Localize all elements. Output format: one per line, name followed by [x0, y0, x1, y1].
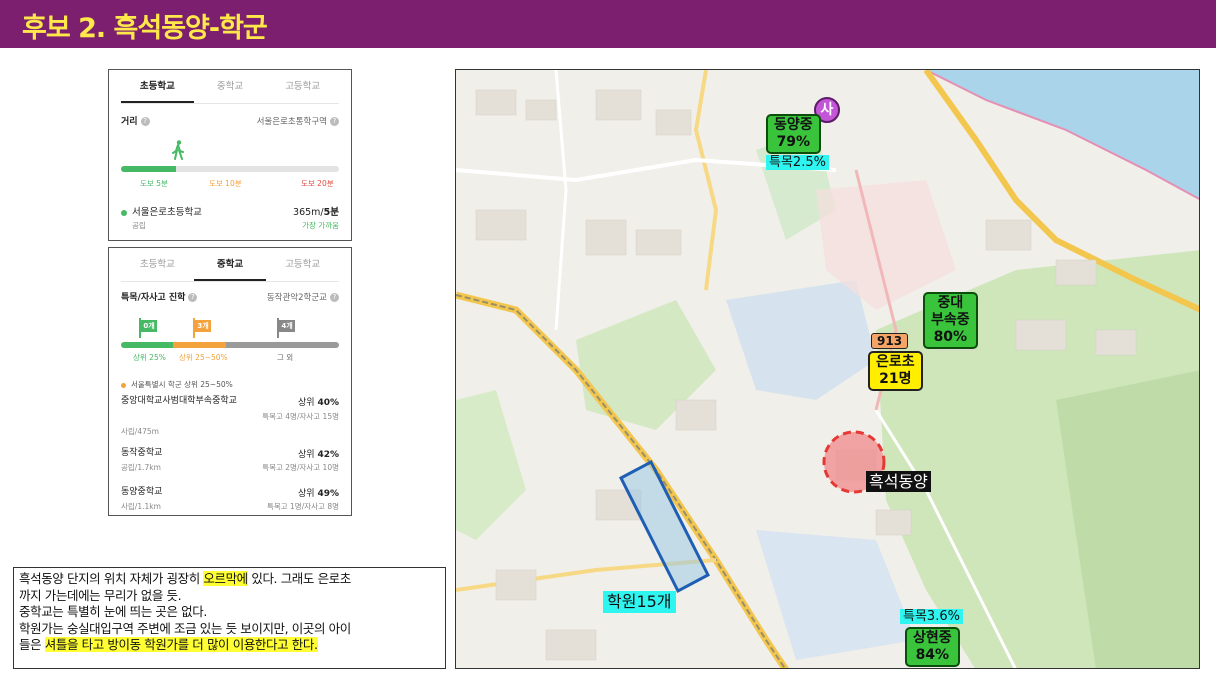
tab-high[interactable]: 고등학교: [266, 70, 339, 103]
map-label-jungdae-mid[interactable]: 중대 부속중 80%: [923, 292, 978, 349]
elementary-school-panel: 초등학교 중학교 고등학교 거리? 서울은로초통학구역? 도보 5분 도보 10…: [108, 69, 352, 241]
school-rank: 42%: [317, 450, 339, 460]
school-distance: 365m/: [293, 207, 324, 218]
flag-icon: 0개: [137, 318, 159, 338]
segment-top50: [173, 342, 226, 348]
school-counts: 특목고 1명/자사고 8명: [266, 502, 339, 511]
map-label-eunro-elem[interactable]: 은로초 21명: [868, 351, 923, 391]
school-tabs: 초등학교 중학교 고등학교: [121, 248, 339, 282]
walking-person-icon: [172, 140, 184, 160]
school-rank: 49%: [317, 489, 339, 499]
segment-label-top25: 상위 25%: [133, 353, 166, 362]
school-type: 사립/475m: [121, 427, 159, 436]
tab-elementary[interactable]: 초등학교: [121, 70, 194, 103]
help-icon[interactable]: ?: [140, 117, 150, 126]
caption-text: 중학교는 특별히 눈에 띄는 곳은 없다.: [19, 604, 207, 619]
map-label-dongyang-special: 특목2.5%: [766, 155, 829, 170]
segment-labels: 상위 25% 상위 25~50% 그 외: [121, 352, 339, 364]
school-name: 동작중학교: [121, 448, 163, 458]
help-icon[interactable]: ?: [188, 293, 198, 302]
school-rank: 40%: [317, 398, 339, 408]
school-counts: 특목고 4명/자사고 15명: [262, 412, 339, 421]
school-name: 서울은로초등학교: [132, 207, 202, 218]
caption-text: 들은: [19, 637, 45, 652]
tab-middle[interactable]: 중학교: [193, 248, 267, 281]
school-type: 공립/1.7km: [121, 463, 161, 472]
scale-label-20: 도보 20분: [301, 179, 334, 188]
rank-segment-bar: [121, 342, 339, 348]
help-icon[interactable]: ?: [330, 116, 339, 126]
school-row[interactable]: 서울은로초등학교 365m/5분: [121, 204, 339, 218]
nearest-badge: 가장 가까움: [302, 221, 339, 230]
segment-label-other: 그 외: [277, 353, 294, 362]
help-icon[interactable]: ?: [330, 292, 339, 302]
caption-highlight: 오르막에: [203, 571, 248, 586]
map-label-academy: 학원15개: [603, 591, 676, 613]
special-school-row: 특목/자사고 진학? 동작관악2학군교?: [121, 290, 339, 303]
legend-text: 서울특별시 학군 상위 25~50%: [131, 380, 233, 389]
segment-top25: [121, 342, 174, 348]
segment-other: [225, 342, 339, 348]
map-view[interactable]: 사 동양중 79% 특목2.5% 중대 부속중 80% 913 은로초 21명 흑석동양…: [455, 69, 1200, 669]
header-bar: 후보 2. 흑석동양-학군: [0, 0, 1216, 48]
special-school-label: 특목/자사고 진학: [121, 293, 186, 303]
caption-text: 까지 가는데에는 무리가 없을 듯.: [19, 587, 182, 603]
school-type: 공립: [132, 221, 146, 230]
middle-school-panel: 초등학교 중학교 고등학교 특목/자사고 진학? 동작관악2학군교? 0개 3개…: [108, 247, 352, 516]
school-name: 동양중학교: [121, 487, 163, 497]
caption-text: 있다. 그래도 은로초: [247, 571, 351, 586]
tab-middle[interactable]: 중학교: [194, 70, 267, 103]
district-legend: 서울특별시 학군 상위 25~50%: [121, 379, 233, 390]
legend-dot: [121, 382, 126, 388]
scale-label-10: 도보 10분: [209, 179, 242, 188]
school-sub-row: 공립 가장 가까움: [121, 220, 339, 231]
map-label-sanghyun-special: 특목3.6%: [900, 609, 963, 624]
scale-label-5: 도보 5분: [140, 179, 168, 188]
tab-elementary[interactable]: 초등학교: [121, 248, 194, 281]
status-dot: [121, 209, 127, 216]
flag-icon: 4개: [275, 318, 297, 338]
tab-high[interactable]: 고등학교: [266, 248, 339, 281]
caption-box: 흑석동양 단지의 위치 자체가 굉장히 오르막에 있다. 그래도 은로초 까지 …: [13, 567, 446, 669]
distance-row: 거리? 서울은로초통학구역?: [121, 114, 339, 127]
map-label-heukseok: 흑석동양: [866, 471, 931, 492]
district-label: 서울은로초통학구역: [256, 116, 327, 127]
map-label-code: 913: [871, 333, 909, 349]
page-title: 후보 2. 흑석동양-학군: [22, 13, 268, 44]
school-counts: 특목고 2명/자사고 10명: [262, 463, 339, 472]
caption-text: 학원가는 숭실대입구역 주변에 조금 있는 듯 보이지만, 이곳의 아이: [19, 620, 351, 636]
walk-scale-labels: 도보 5분 도보 10분 도보 20분: [121, 178, 339, 190]
segment-label-top50: 상위 25~50%: [179, 353, 228, 362]
map-label-dongyang-mid[interactable]: 동양중 79%: [766, 114, 821, 154]
school-type: 사립/1.1km: [121, 502, 161, 511]
caption-text: 흑석동양 단지의 위치 자체가 굉장히: [19, 571, 204, 586]
caption-highlight: 셔틀을 타고 방이동 학원가를 더 많이 이용한다고 한다.: [44, 637, 318, 652]
map-label-sanghyun-mid[interactable]: 상현중 84%: [905, 627, 960, 667]
distance-label: 거리: [121, 117, 138, 127]
school-walk-time: 5분: [323, 207, 339, 218]
walk-distance-bar: [121, 166, 339, 172]
walk-distance-fill: [121, 166, 176, 172]
district-label: 동작관악2학군교: [266, 292, 327, 303]
school-name: 중앙대학교사범대학부속중학교: [121, 396, 237, 406]
flag-icon: 3개: [191, 318, 213, 338]
school-tabs: 초등학교 중학교 고등학교: [121, 70, 339, 104]
